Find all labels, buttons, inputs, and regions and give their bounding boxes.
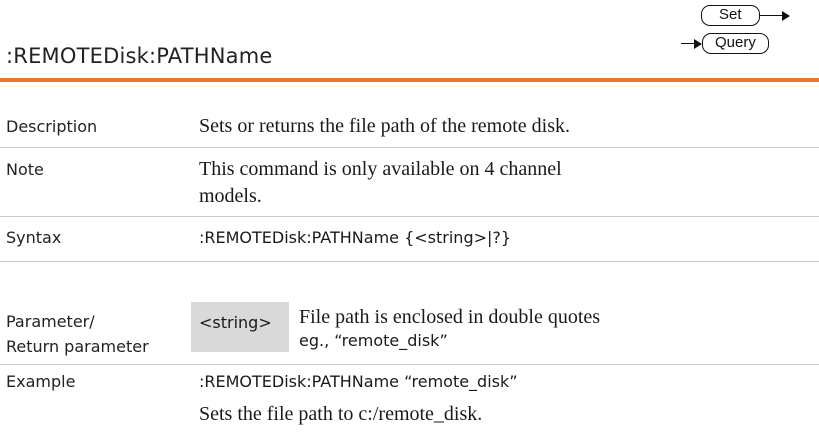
set-indicator: Set <box>701 5 790 26</box>
example-command: :REMOTEDisk:PATHName “remote_disk” <box>199 372 518 391</box>
manual-page: { "badges": { "set": "Set", "query": "Qu… <box>0 0 819 437</box>
example-explanation: Sets the file path to c:/remote_disk. <box>199 403 483 425</box>
query-arrow-line <box>681 42 694 45</box>
parameter-label-line2: Return parameter <box>6 337 149 356</box>
syntax-label: Syntax <box>6 228 62 247</box>
set-arrow-icon <box>781 10 790 21</box>
query-badge: Query <box>702 33 769 54</box>
query-indicator: Query <box>681 33 769 54</box>
row-divider <box>0 216 819 217</box>
command-heading: :REMOTEDisk:PATHName <box>6 44 273 68</box>
heading-rule <box>0 78 819 82</box>
parameter-label-line1: Parameter/ <box>6 312 95 331</box>
note-value-line2: models. <box>199 185 262 207</box>
description-label: Description <box>6 117 98 136</box>
parameter-description-line1: File path is enclosed in double quotes <box>299 306 601 328</box>
example-label: Example <box>6 372 76 391</box>
parameter-description-line2: eg., “remote_disk” <box>299 331 448 350</box>
row-divider <box>0 147 819 148</box>
note-label: Note <box>6 160 44 179</box>
parameter-name: <string> <box>199 313 272 332</box>
description-value: Sets or returns the file path of the rem… <box>199 115 571 137</box>
note-value-line1: This command is only available on 4 chan… <box>199 158 562 180</box>
row-divider <box>0 364 819 365</box>
set-arrow-line <box>759 14 782 17</box>
row-divider <box>0 261 819 262</box>
set-badge: Set <box>701 5 760 26</box>
query-arrow-icon <box>694 38 702 49</box>
syntax-value: :REMOTEDisk:PATHName {<string>|?} <box>199 228 512 247</box>
